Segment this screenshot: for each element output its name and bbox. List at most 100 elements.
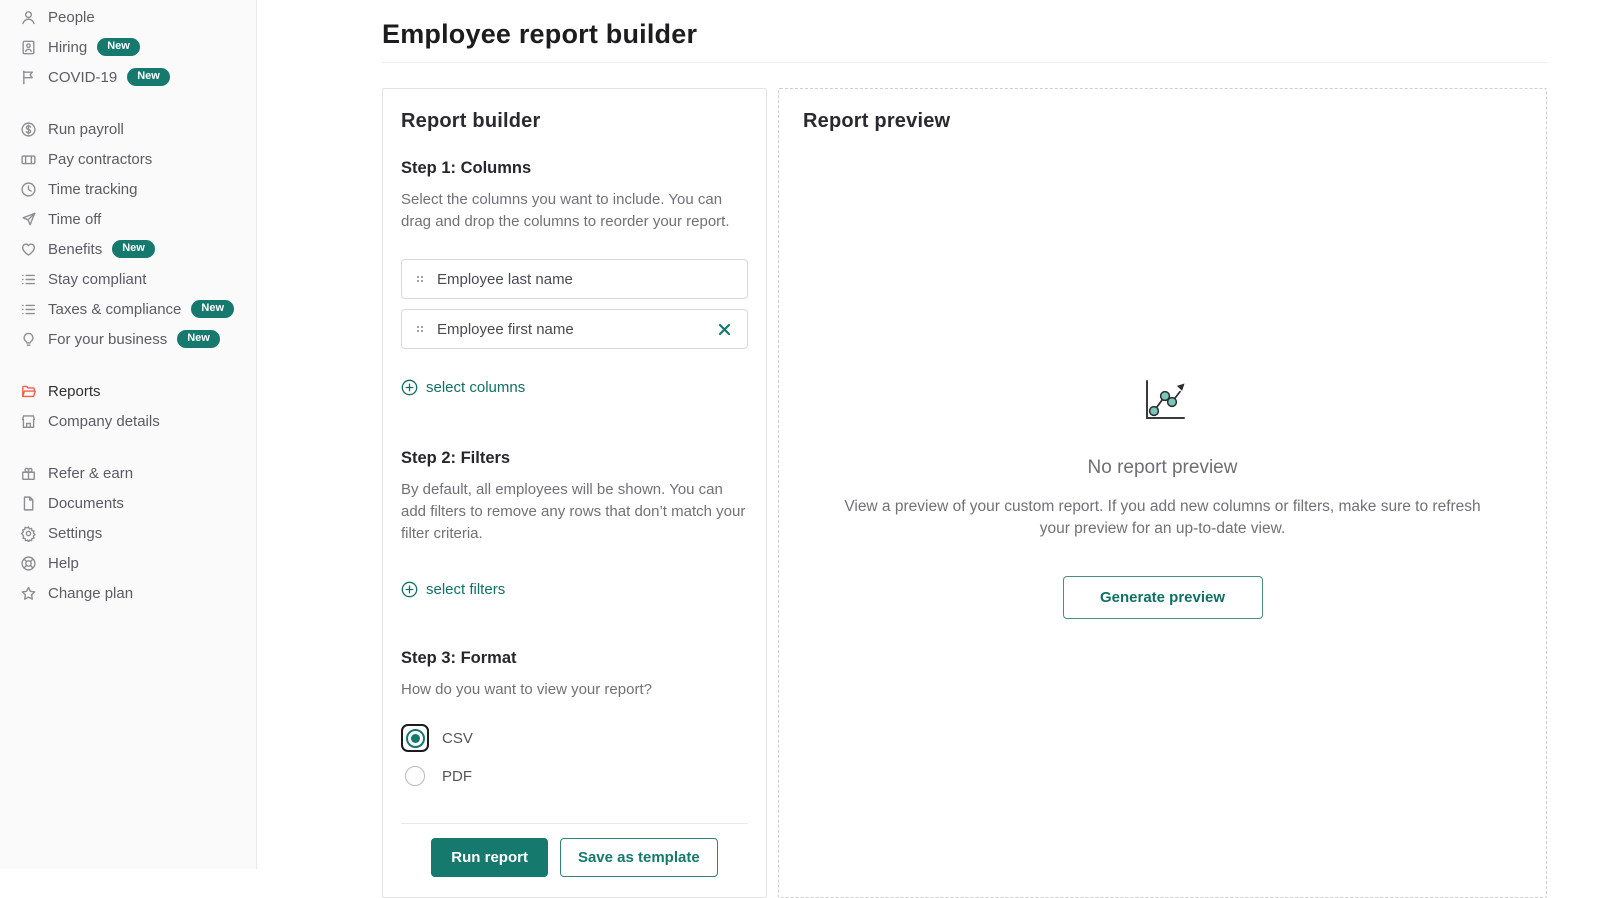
step-3-format-section: Step 3: Format How do you want to view y…: [401, 603, 748, 799]
generate-preview-button[interactable]: Generate preview: [1063, 576, 1263, 619]
sidebar-group-people: People Hiring New COVID-19 New: [0, 2, 256, 92]
new-badge: New: [112, 240, 155, 258]
sidebar: People Hiring New COVID-19 New Run payro…: [0, 0, 257, 869]
sidebar-item-pay-contractors[interactable]: Pay contractors: [0, 144, 256, 174]
sidebar-item-time-off[interactable]: Time off: [0, 204, 256, 234]
sidebar-item-label: COVID-19: [48, 69, 117, 86]
sidebar-item-for-your-business[interactable]: For your business New: [0, 324, 256, 354]
sidebar-item-label: Run payroll: [48, 121, 124, 138]
sidebar-group-payroll: Run payroll Pay contractors Time trackin…: [0, 114, 256, 354]
folder-icon: [20, 383, 37, 400]
sidebar-item-label: Documents: [48, 495, 124, 512]
select-filters-label: select filters: [426, 581, 505, 598]
sidebar-item-help[interactable]: Help: [0, 548, 256, 578]
step-2-heading: Step 2: Filters: [401, 447, 748, 469]
column-pill-label: Employee last name: [437, 271, 573, 288]
sidebar-item-refer-earn[interactable]: Refer & earn: [0, 458, 256, 488]
circled-plus-icon: [401, 379, 418, 396]
no-preview-heading: No report preview: [803, 456, 1522, 480]
save-as-template-button[interactable]: Save as template: [560, 838, 718, 877]
remove-column-button[interactable]: [716, 321, 733, 338]
new-badge: New: [177, 330, 220, 348]
title-divider: [382, 62, 1547, 63]
clock-icon: [20, 181, 37, 198]
sidebar-item-label: Change plan: [48, 585, 133, 602]
dollar-circle-icon: [20, 121, 37, 138]
sidebar-item-run-payroll[interactable]: Run payroll: [0, 114, 256, 144]
line-chart-icon: [1137, 377, 1189, 428]
sidebar-item-change-plan[interactable]: Change plan: [0, 578, 256, 608]
format-radio-group: CSV PDF: [401, 723, 748, 791]
format-option-label: CSV: [442, 730, 473, 747]
lightbulb-icon: [20, 331, 37, 348]
sidebar-item-reports[interactable]: Reports: [0, 376, 256, 406]
page-title: Employee report builder: [382, 18, 1547, 50]
sidebar-item-people[interactable]: People: [0, 2, 256, 32]
sidebar-item-stay-compliant[interactable]: Stay compliant: [0, 264, 256, 294]
gear-icon: [20, 525, 37, 542]
sidebar-item-label: For your business: [48, 331, 167, 348]
sidebar-item-company-details[interactable]: Company details: [0, 406, 256, 436]
sidebar-item-label: Reports: [48, 383, 101, 400]
format-option-csv[interactable]: CSV: [401, 723, 748, 753]
step-2-description: By default, all employees will be shown.…: [401, 479, 748, 545]
sidebar-item-label: Settings: [48, 525, 102, 542]
sidebar-item-label: Stay compliant: [48, 271, 146, 288]
no-preview-description: View a preview of your custom report. If…: [838, 496, 1488, 540]
format-option-label: PDF: [442, 768, 472, 785]
report-builder-title: Report builder: [401, 109, 748, 133]
empty-preview-state: No report preview View a preview of your…: [803, 141, 1522, 619]
column-pill-employee-last-name[interactable]: Employee last name: [401, 259, 748, 299]
sidebar-item-label: People: [48, 9, 95, 26]
new-badge: New: [127, 68, 170, 86]
storefront-icon: [20, 413, 37, 430]
report-builder-card: Report builder Step 1: Columns Select th…: [382, 88, 767, 898]
sidebar-item-settings[interactable]: Settings: [0, 518, 256, 548]
airplane-icon: [20, 211, 37, 228]
gift-icon: [20, 465, 37, 482]
sidebar-item-benefits[interactable]: Benefits New: [0, 234, 256, 264]
format-option-pdf[interactable]: PDF: [401, 761, 748, 791]
sidebar-item-label: Taxes & compliance: [48, 301, 181, 318]
run-report-button[interactable]: Run report: [431, 838, 548, 877]
drag-handle-icon[interactable]: [416, 273, 424, 285]
sidebar-item-label: Benefits: [48, 241, 102, 258]
drag-handle-icon[interactable]: [416, 323, 424, 335]
people-icon: [20, 9, 37, 26]
list-icon: [20, 301, 37, 318]
sidebar-item-label: Refer & earn: [48, 465, 133, 482]
star-icon: [20, 585, 37, 602]
builder-footer: Run report Save as template: [401, 823, 748, 893]
heart-icon: [20, 241, 37, 258]
format-question: How do you want to view your report?: [401, 679, 748, 701]
sidebar-item-hiring[interactable]: Hiring New: [0, 32, 256, 62]
sidebar-item-documents[interactable]: Documents: [0, 488, 256, 518]
sidebar-item-covid-19[interactable]: COVID-19 New: [0, 62, 256, 92]
report-preview-title: Report preview: [803, 109, 1522, 133]
select-columns-label: select columns: [426, 379, 525, 396]
id-badge-icon: [20, 39, 37, 56]
step-2-filters-section: Step 2: Filters By default, all employee…: [401, 401, 748, 603]
select-filters-link[interactable]: select filters: [401, 581, 505, 598]
step-3-heading: Step 3: Format: [401, 647, 748, 669]
flag-icon: [20, 69, 37, 86]
sidebar-item-label: Time off: [48, 211, 101, 228]
help-icon: [20, 555, 37, 572]
sidebar-item-label: Time tracking: [48, 181, 137, 198]
sidebar-group-reports: Reports Company details: [0, 376, 256, 436]
report-preview-card: Report preview No report preview View a …: [778, 88, 1547, 898]
step-1-description: Select the columns you want to include. …: [401, 189, 748, 233]
radio-unselected-icon[interactable]: [405, 766, 425, 786]
sidebar-item-time-tracking[interactable]: Time tracking: [0, 174, 256, 204]
sidebar-group-account: Refer & earn Documents Settings Help Cha…: [0, 458, 256, 608]
sidebar-item-label: Hiring: [48, 39, 87, 56]
select-columns-link[interactable]: select columns: [401, 379, 525, 396]
main-content: Employee report builder Report builder S…: [257, 0, 1600, 898]
sidebar-item-taxes-compliance[interactable]: Taxes & compliance New: [0, 294, 256, 324]
radio-selected-icon[interactable]: [401, 724, 429, 752]
sidebar-item-label: Help: [48, 555, 79, 572]
list-icon: [20, 271, 37, 288]
step-1-columns-section: Step 1: Columns Select the columns you w…: [401, 141, 748, 401]
step-1-heading: Step 1: Columns: [401, 157, 748, 179]
column-pill-employee-first-name[interactable]: Employee first name: [401, 309, 748, 349]
